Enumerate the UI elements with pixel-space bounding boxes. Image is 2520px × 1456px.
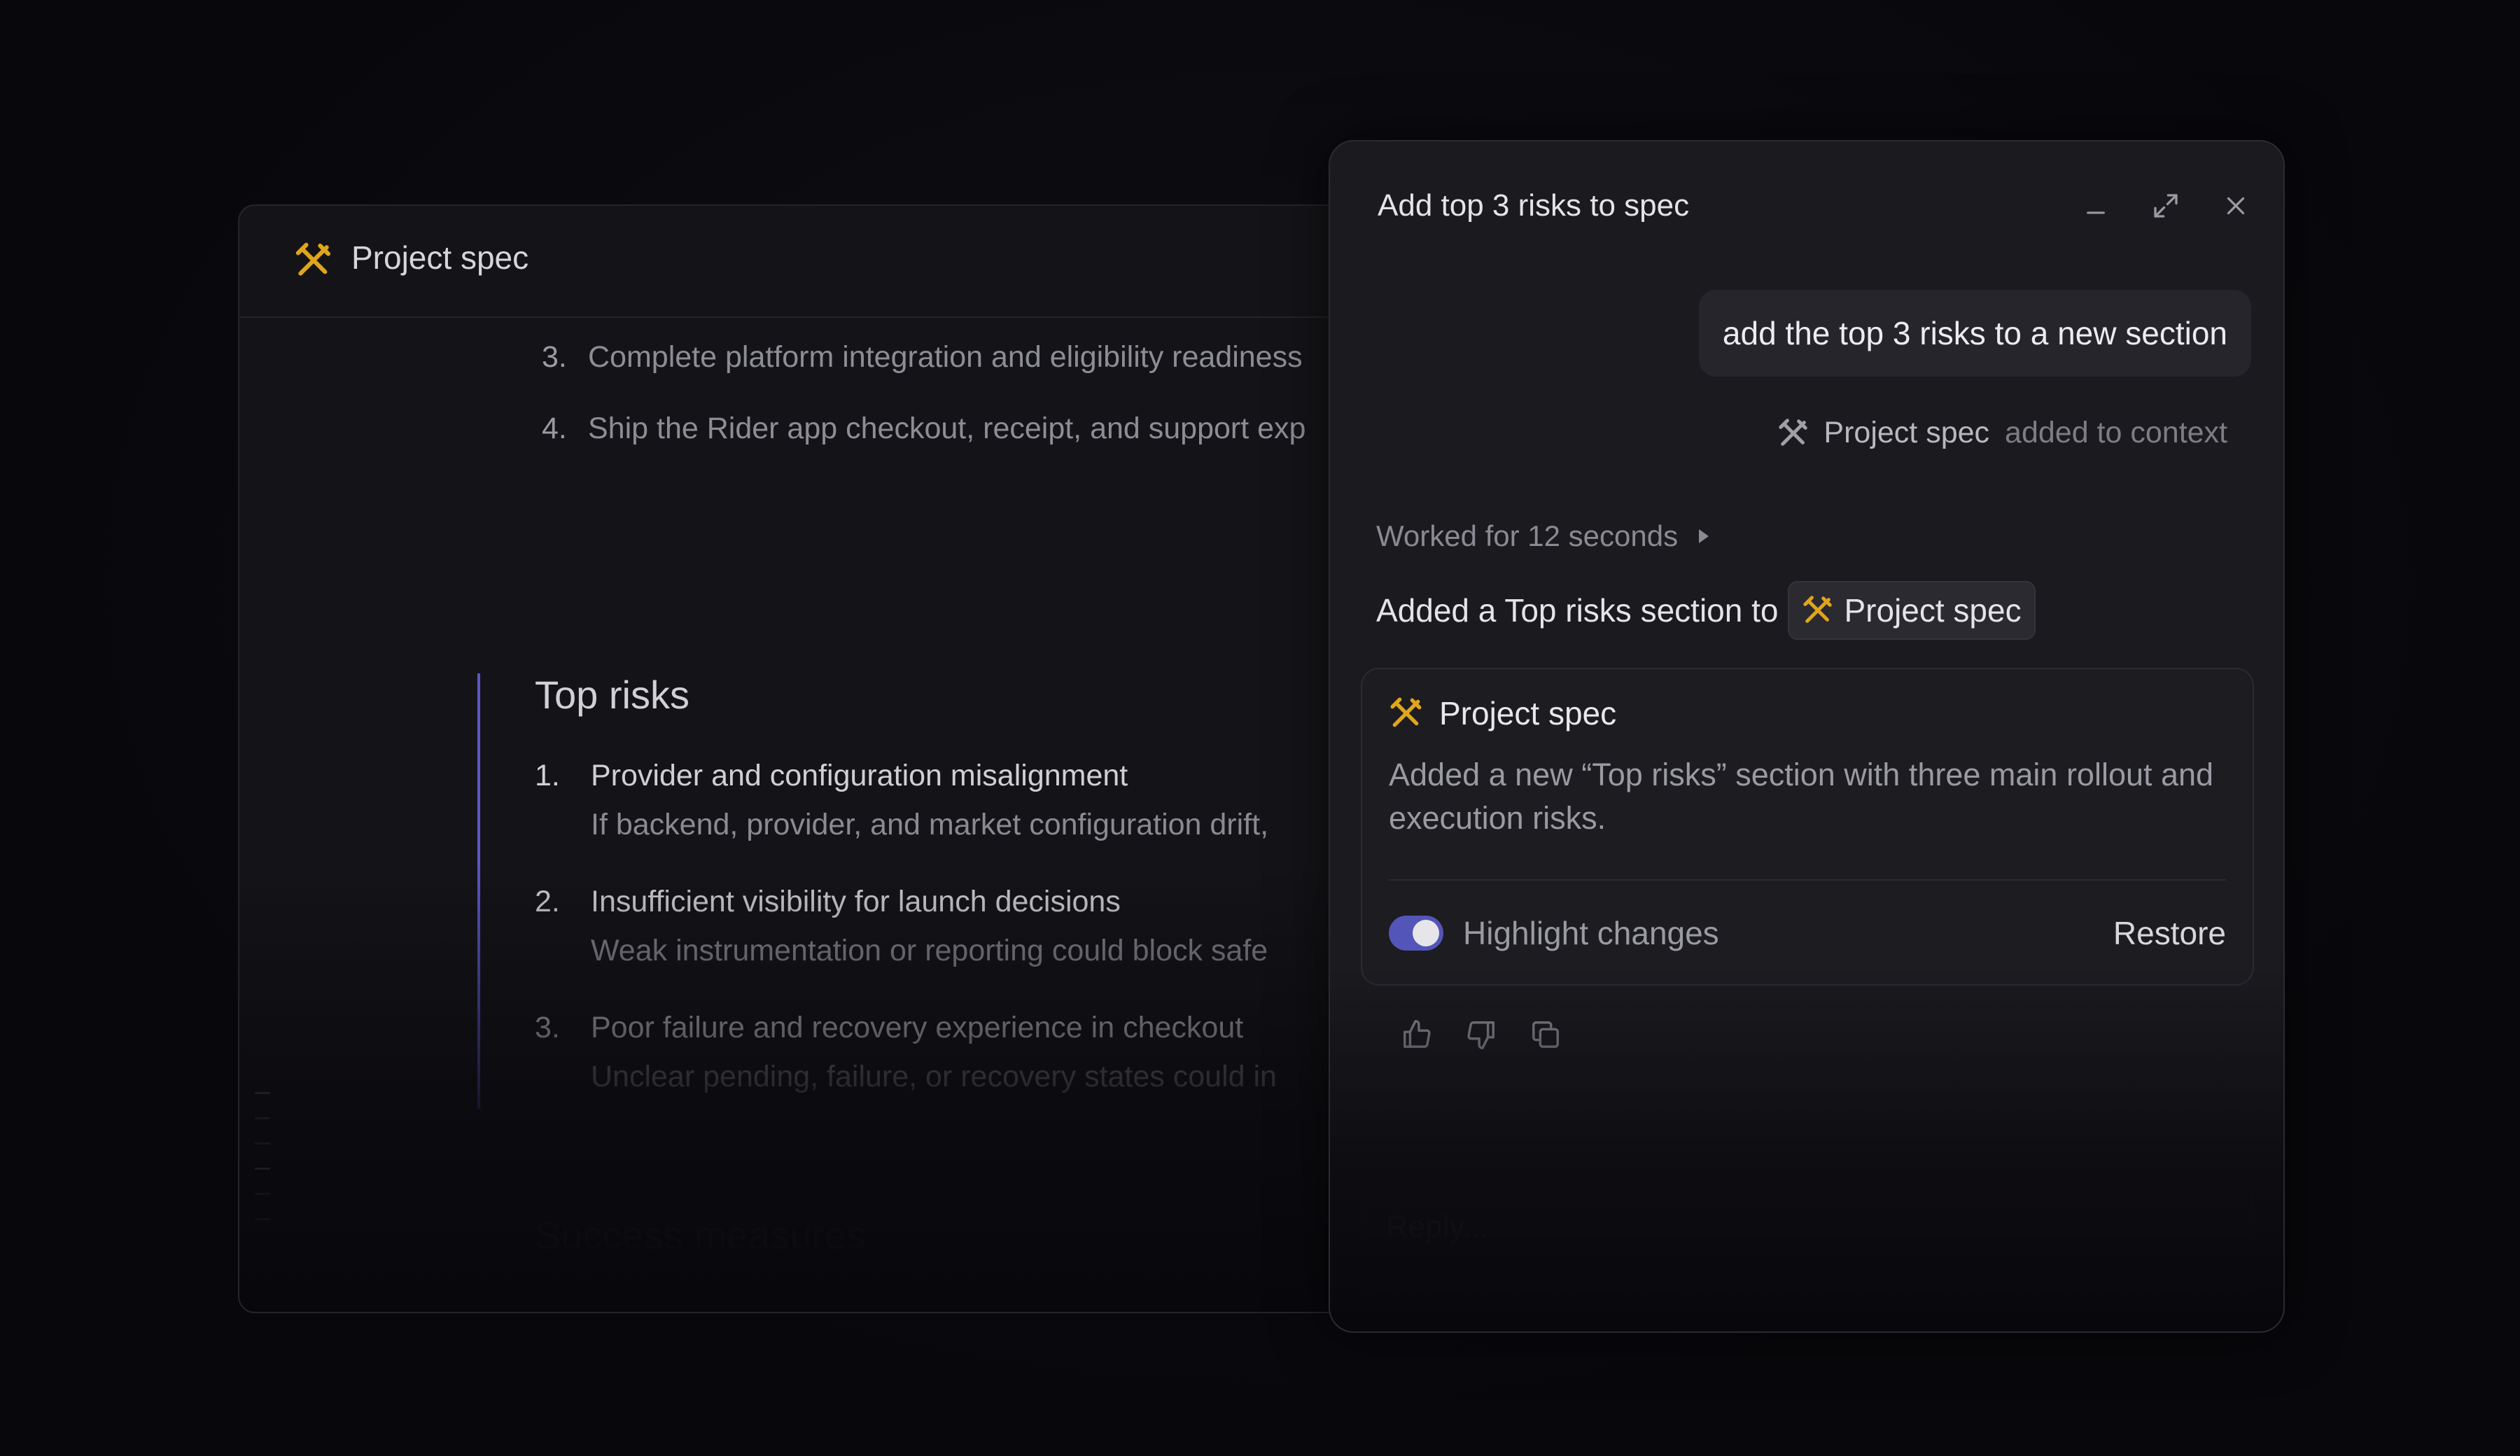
document-title: Project spec	[351, 239, 529, 276]
risk-title-text: Insufficient visibility for launch decis…	[591, 885, 1121, 918]
worked-for-text: Worked for 12 seconds	[1376, 519, 1679, 552]
user-message-bubble: add the top 3 risks to a new section	[1698, 290, 2251, 377]
result-prefix: Added a Top risks section to	[1376, 592, 1779, 629]
highlight-changes-toggle[interactable]	[1389, 916, 1443, 951]
list-number: 2.	[535, 885, 560, 918]
reply-placeholder: Reply...	[1386, 1210, 1488, 1244]
copy-icon	[1532, 1021, 1559, 1048]
highlight-changes-label: Highlight changes	[1463, 915, 1719, 951]
list-number: 1.	[542, 1305, 578, 1312]
worked-for-toggle[interactable]: Worked for 12 seconds	[1376, 519, 1709, 553]
document-chip[interactable]: Project spec	[1788, 581, 2036, 640]
risk-title-text: Poor failure and recovery experience in …	[591, 1011, 1244, 1044]
result-line: Added a Top risks section to Project spe…	[1376, 581, 2036, 640]
risk-item-title: 3. Poor failure and recovery experience i…	[535, 1008, 1243, 1047]
top-risks-heading: Top risks	[535, 673, 690, 717]
copy-button[interactable]	[1525, 1014, 1567, 1056]
document-outline[interactable]	[255, 1092, 270, 1243]
list-text: Eligible riders in approved markets can …	[578, 1308, 1301, 1312]
tools-crossed-icon	[1803, 596, 1833, 623]
close-button[interactable]	[2216, 186, 2255, 225]
tools-crossed-icon	[295, 242, 331, 276]
expand-icon	[2154, 194, 2178, 218]
list-number: 1.	[535, 759, 560, 792]
card-divider	[1389, 879, 2226, 881]
list-item: 4. Ship the Rider app checkout, receipt, …	[542, 409, 1306, 448]
context-doc-name: Project spec	[1823, 416, 1990, 449]
thumbs-down-button[interactable]	[1460, 1014, 1502, 1056]
assistant-title: Add top 3 risks to spec	[1378, 188, 1690, 223]
thumbs-up-icon	[1404, 1020, 1431, 1048]
thumbs-down-icon	[1467, 1021, 1494, 1049]
close-icon	[2227, 197, 2245, 215]
restore-button[interactable]: Restore	[2113, 913, 2226, 953]
tools-crossed-icon	[1779, 418, 1808, 446]
list-number: 4.	[542, 412, 567, 445]
reply-input[interactable]: Reply...	[1361, 1182, 2254, 1324]
document-body: 3. Complete platform integration and elig…	[239, 316, 1373, 1312]
risk-item-description: Unclear pending, failure, or recovery st…	[591, 1060, 1277, 1093]
card-description: Added a new “Top risks” section with thr…	[1389, 757, 2214, 836]
minimize-button[interactable]	[2076, 186, 2115, 225]
list-item: 3. Complete platform integration and elig…	[542, 337, 1303, 377]
context-note: Project spec added to context	[1777, 416, 2227, 450]
document-header: Project spec	[239, 206, 1373, 318]
highlight-bar	[477, 673, 480, 1109]
change-summary-card: Project spec Added a new “Top risks” sec…	[1361, 668, 2254, 986]
thumbs-up-button[interactable]	[1396, 1014, 1438, 1056]
document-window: Project spec 3. Complete platform integra…	[238, 204, 1375, 1313]
toggle-knob	[1413, 920, 1439, 946]
user-message-text: add the top 3 risks to a new section	[1722, 315, 2227, 351]
chip-label: Project spec	[1844, 592, 2022, 629]
risk-item-title: 2. Insufficient visibility for launch dec…	[535, 882, 1121, 921]
risk-item-title: 1. Provider and configuration misalignmen…	[535, 756, 1128, 795]
list-item: 1.Eligible riders in approved markets ca…	[542, 1305, 1301, 1312]
risk-title-text: Provider and configuration misalignment	[591, 759, 1128, 792]
list-number: 3.	[535, 1011, 560, 1044]
success-measures-heading: Success measures	[535, 1213, 867, 1257]
risk-item-description: Weak instrumentation or reporting could …	[591, 934, 1268, 967]
tools-crossed-icon	[1390, 697, 1422, 727]
expand-button[interactable]	[2146, 186, 2185, 225]
card-title: Project spec	[1439, 695, 1617, 732]
minimize-icon	[2087, 211, 2105, 214]
list-number: 3.	[542, 340, 567, 374]
risk-item-description: If backend, provider, and market configu…	[591, 808, 1269, 841]
caret-right-icon	[1699, 529, 1709, 543]
card-header[interactable]: Project spec	[1389, 694, 1616, 732]
context-suffix: added to context	[2005, 416, 2227, 449]
list-text: Complete platform integration and eligib…	[588, 340, 1303, 374]
list-text: Ship the Rider app checkout, receipt, an…	[588, 412, 1306, 445]
assistant-panel: Add top 3 risks to spec add the top 3 ri…	[1329, 140, 2285, 1333]
